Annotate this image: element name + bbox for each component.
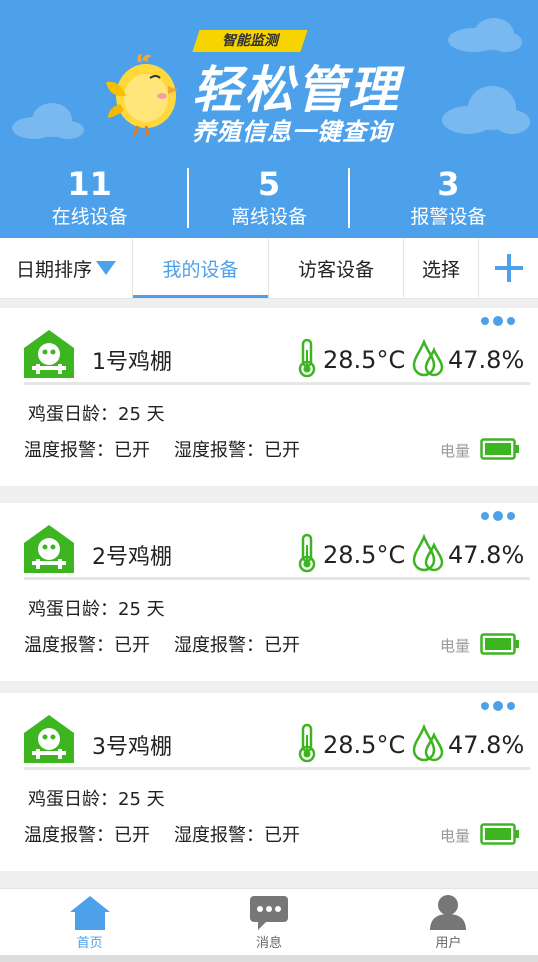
smart-monitor-tag: 智能监测 [192,30,308,52]
chicken-house-icon [24,715,74,763]
header-banner: 智能监测 轻松管理 养殖信息一键查询 11 在线设备 5 离线设备 3 报警设备 [0,0,538,238]
humidity-icon [412,533,444,572]
tab-label: 我的设备 [162,258,239,281]
tab-my-devices[interactable]: 我的设备 [133,238,269,298]
battery-icon [480,633,519,655]
select-label: 选择 [421,258,460,281]
humidity-value: 47.8% [448,541,525,569]
temperature-alarm: 温度报警：已开 [24,440,150,461]
stat-alarm[interactable]: 3 报警设备 [359,160,538,238]
nav-label: 首页 [76,936,103,951]
nav-user[interactable]: 用户 [359,889,538,955]
egg-age: 鸡蛋日龄：25 天 [28,599,165,620]
humidity-icon [412,338,444,377]
stat-number: 11 [67,165,112,203]
device-stats: 11 在线设备 5 离线设备 3 报警设备 [0,160,538,238]
humidity-icon [412,723,444,762]
nav-label: 消息 [255,936,282,951]
tab-visitor-devices[interactable]: 访客设备 [269,238,404,298]
cloud-icon [442,86,530,134]
thermometer-icon [298,533,316,573]
humidity-alarm: 湿度报警：已开 [174,440,300,461]
alarm-status: 温度报警：已开 湿度报警：已开 [24,821,300,847]
bottom-edge [0,955,538,962]
nav-label: 用户 [435,936,462,951]
stat-number: 5 [257,165,281,203]
home-icon [69,896,110,930]
tab-bar: 日期排序 我的设备 访客设备 选择 [0,238,538,299]
egg-age: 鸡蛋日龄：25 天 [28,789,165,810]
temperature-value: 28.5°C [323,541,406,569]
device-name: 2号鸡棚 [92,545,172,570]
add-device-button[interactable] [479,238,538,298]
cloud-icon [12,103,84,139]
humidity-alarm: 湿度报警：已开 [174,825,300,846]
stat-offline[interactable]: 5 离线设备 [179,160,358,238]
power-label: 电量 [440,827,471,845]
more-options-icon[interactable] [480,316,516,326]
stat-label: 在线设备 [51,206,128,228]
chicken-house-icon [24,330,74,378]
battery-icon [480,823,519,845]
triangle-down-icon [96,261,116,275]
stat-label: 离线设备 [230,206,307,228]
message-icon [249,896,288,930]
humidity-value: 47.8% [448,731,525,759]
sort-label: 日期排序 [15,258,92,281]
cloud-icon [448,18,522,52]
tab-label: 访客设备 [297,258,374,281]
egg-age: 鸡蛋日龄：25 天 [28,404,165,425]
temperature-alarm: 温度报警：已开 [24,825,150,846]
humidity-alarm: 湿度报警：已开 [174,635,300,656]
stat-online[interactable]: 11 在线设备 [0,160,179,238]
bottom-nav: 首页 消息 用户 [0,888,538,955]
alarm-status: 温度报警：已开 湿度报警：已开 [24,631,300,657]
device-card[interactable]: 1号鸡棚 28.5°C 47.8% 鸡蛋日龄：25 天 温度报警：已开 湿度报警：… [0,308,538,486]
device-name: 1号鸡棚 [92,350,172,375]
plus-icon [494,254,523,282]
thermometer-icon [298,723,316,763]
temperature-value: 28.5°C [323,731,406,759]
card-divider [24,382,530,385]
device-name: 3号鸡棚 [92,735,172,760]
more-options-icon[interactable] [480,511,516,521]
device-card[interactable]: 3号鸡棚 28.5°C 47.8% 鸡蛋日龄：25 天 温度报警：已开 湿度报警：… [0,693,538,871]
temperature-alarm: 温度报警：已开 [24,635,150,656]
chicken-house-icon [24,525,74,573]
power-label: 电量 [440,442,471,460]
stat-number: 3 [437,165,460,203]
sort-by-date-dropdown[interactable]: 日期排序 [0,238,133,298]
nav-messages[interactable]: 消息 [179,889,358,955]
card-divider [24,767,530,770]
alarm-status: 温度报警：已开 湿度报警：已开 [24,436,300,462]
power-label: 电量 [440,637,471,655]
chick-icon [106,54,178,137]
stat-divider [187,168,189,228]
nav-home[interactable]: 首页 [0,889,179,955]
card-divider [24,577,530,580]
user-icon [430,895,467,930]
stat-label: 报警设备 [410,206,487,228]
battery-icon [480,438,519,460]
humidity-value: 47.8% [448,346,525,374]
temperature-value: 28.5°C [323,346,406,374]
more-options-icon[interactable] [480,701,516,711]
stat-divider [348,168,350,228]
banner-subtitle: 养殖信息一键查询 [192,118,392,146]
thermometer-icon [298,338,316,378]
device-card[interactable]: 2号鸡棚 28.5°C 47.8% 鸡蛋日龄：25 天 温度报警：已开 湿度报警：… [0,503,538,681]
select-button[interactable]: 选择 [404,238,479,298]
